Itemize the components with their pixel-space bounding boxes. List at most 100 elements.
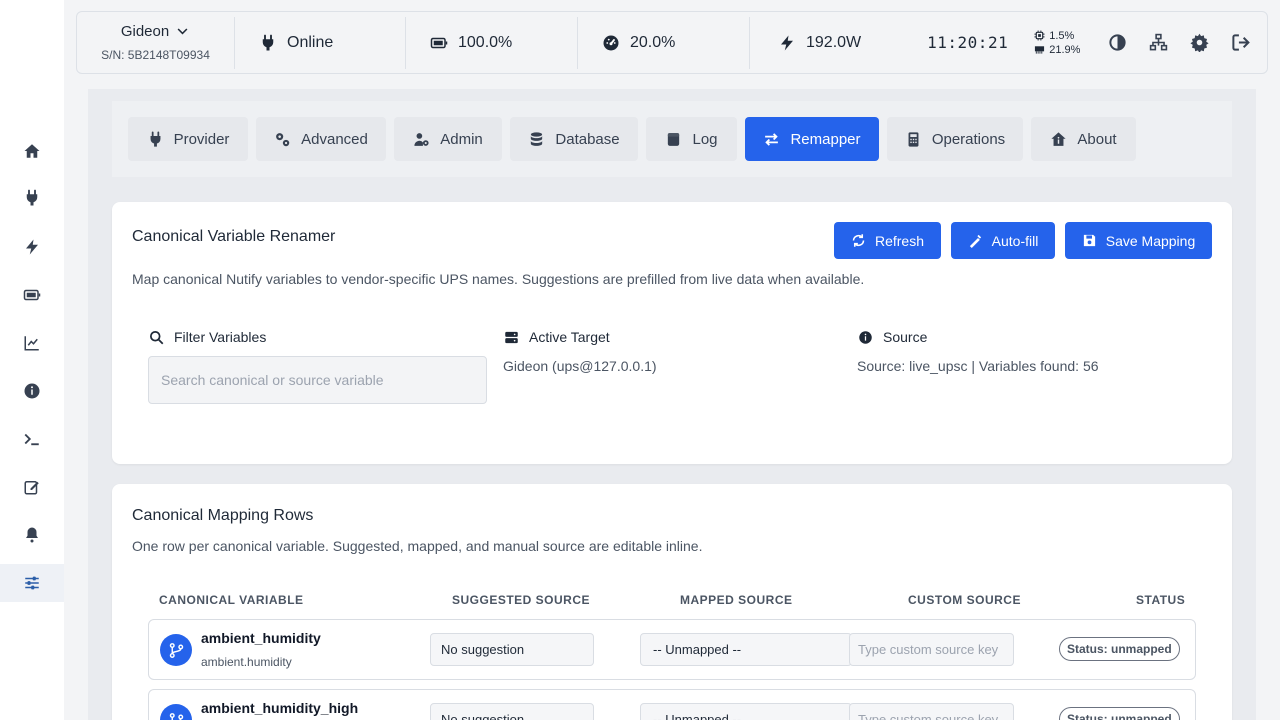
column-header: CUSTOM SOURCE <box>908 593 1021 607</box>
battery-value: 100.0% <box>458 33 513 51</box>
tab-provider[interactable]: Provider <box>128 117 248 161</box>
canonical-variable-name: ambient_humidity_high <box>201 700 359 716</box>
tab-label: Advanced <box>301 130 368 148</box>
edit-icon <box>24 481 39 495</box>
tab-about[interactable]: About <box>1031 117 1136 161</box>
active-target-label: Active Target <box>504 329 610 345</box>
sync-icon <box>852 234 865 247</box>
tab-label: Operations <box>931 130 1006 148</box>
info-icon <box>24 383 40 399</box>
suggested-source-select[interactable]: No suggestion <box>430 633 594 666</box>
code-branch-icon <box>169 642 183 658</box>
theme-toggle-icon[interactable] <box>1108 33 1127 52</box>
terminal-icon <box>24 433 39 446</box>
mapping-description: One row per canonical variable. Suggeste… <box>132 538 703 554</box>
filter-variables-input[interactable] <box>148 356 487 404</box>
bell-icon <box>26 527 38 543</box>
column-header: MAPPED SOURCE <box>680 593 793 607</box>
mapped-source-select[interactable]: -- Unmapped -- <box>640 633 852 666</box>
tab-remapper[interactable]: Remapper <box>745 117 879 161</box>
status-online: Online <box>235 16 406 69</box>
custom-source-input[interactable] <box>849 633 1014 666</box>
active-target-value: Gideon (ups@127.0.0.1) <box>503 358 657 374</box>
gauge-icon <box>603 35 619 50</box>
load-value: 20.0% <box>630 33 676 51</box>
custom-source-input[interactable] <box>849 703 1014 720</box>
top-status-bar: Gideon S/N: 5B2148T09934 Online 100.0% 2… <box>76 11 1268 74</box>
column-header: CANONICAL VARIABLE <box>159 593 304 607</box>
save-mapping-button[interactable]: Save Mapping <box>1065 222 1212 259</box>
canonical-variable-name: ambient_humidity <box>201 630 321 646</box>
table-row: ambient_humidity_high ambient.humidity.h… <box>148 689 1196 720</box>
memory-value: 21.9% <box>1049 43 1081 56</box>
sidebar-item-terminal[interactable] <box>0 420 64 458</box>
sidebar-item-notifications[interactable] <box>0 516 64 554</box>
device-selector[interactable]: Gideon S/N: 5B2148T09934 <box>77 16 235 69</box>
bolt-icon <box>26 239 38 255</box>
renamer-description: Map canonical Nutify variables to vendor… <box>132 271 865 287</box>
status-badge: Status: unmapped <box>1059 637 1180 661</box>
status-text: Online <box>287 33 334 51</box>
tab-admin[interactable]: Admin <box>394 117 502 161</box>
tab-database[interactable]: Database <box>510 117 638 161</box>
status-badge: Status: unmapped <box>1059 707 1180 720</box>
cpu-value: 1.5% <box>1049 29 1075 42</box>
sidebar-item-edit[interactable] <box>0 468 64 506</box>
wand-icon <box>969 234 981 248</box>
tab-log[interactable]: Log <box>646 117 737 161</box>
canonical-variable-key: ambient.humidity <box>201 655 292 669</box>
table-row: ambient_humidity ambient.humidity No sug… <box>148 619 1196 680</box>
device-serial: S/N: 5B2148T09934 <box>101 48 210 62</box>
refresh-button[interactable]: Refresh <box>834 222 941 259</box>
battery-icon <box>23 289 41 301</box>
memory-icon <box>1035 46 1045 54</box>
network-icon[interactable] <box>1149 33 1168 52</box>
tab-label: Remapper <box>790 130 861 148</box>
mapped-source-select[interactable]: -- Unmapped -- <box>640 703 852 720</box>
home-icon <box>24 144 40 158</box>
suggested-source-select[interactable]: No suggestion <box>430 703 594 720</box>
sidebar-item-energy[interactable] <box>0 228 64 266</box>
database-icon <box>531 131 543 146</box>
sidebar-item-settings[interactable] <box>0 564 64 602</box>
status-load: 20.0% <box>578 16 750 69</box>
tab-advanced[interactable]: Advanced <box>256 117 386 161</box>
exchange-icon <box>765 132 779 146</box>
power-value: 192.0W <box>806 33 862 51</box>
sliders-icon <box>25 576 39 590</box>
tab-label: Database <box>555 130 620 148</box>
filter-label: Filter Variables <box>149 329 266 345</box>
logout-icon[interactable] <box>1231 33 1251 52</box>
gear-icon[interactable] <box>1190 33 1210 52</box>
code-branch-icon <box>169 712 183 720</box>
clock: 11:20:21 <box>927 33 1009 52</box>
tab-label: About <box>1077 130 1117 148</box>
tab-label: Admin <box>440 130 483 148</box>
sidebar-item-power[interactable] <box>0 179 64 217</box>
house-info-icon <box>1051 131 1066 146</box>
server-icon <box>505 331 518 343</box>
cpu-icon <box>1034 30 1045 41</box>
tab-operations[interactable]: Operations <box>887 117 1023 161</box>
device-name: Gideon <box>120 23 170 40</box>
info-icon <box>859 330 872 344</box>
sidebar-item-charts[interactable] <box>0 324 64 362</box>
chart-line-icon <box>24 336 39 351</box>
battery-icon <box>430 37 448 48</box>
column-header: STATUS <box>1136 593 1186 607</box>
status-battery: 100.0% <box>406 16 578 69</box>
sidebar-item-info[interactable] <box>0 372 64 410</box>
search-icon <box>150 330 164 344</box>
user-cog-icon <box>414 132 429 146</box>
plug-icon <box>262 34 274 50</box>
sidebar <box>0 0 64 720</box>
source-value: Source: live_upsc | Variables found: 56 <box>857 358 1099 374</box>
tab-label: Provider <box>173 130 230 148</box>
sidebar-item-home[interactable] <box>0 132 64 170</box>
system-load: 1.5% 21.9% <box>1034 30 1080 56</box>
autofill-button[interactable]: Auto-fill <box>951 222 1055 259</box>
status-power: 192.0W <box>750 17 861 69</box>
source-label: Source <box>858 329 927 345</box>
sidebar-item-battery[interactable] <box>0 276 64 314</box>
calculator-icon <box>908 131 919 147</box>
